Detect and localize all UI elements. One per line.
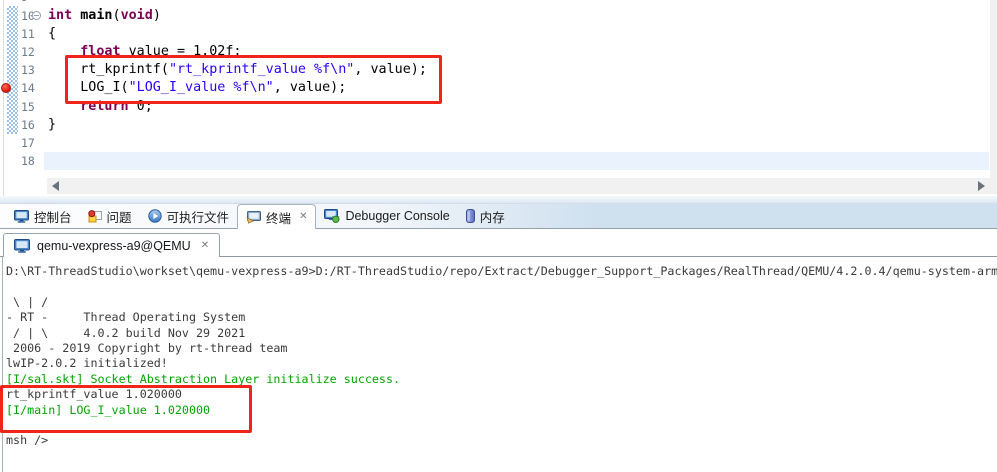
close-icon[interactable]: ✕: [299, 212, 307, 222]
editor-lines: 910int main(void)11{12 float value = 1.0…: [0, 0, 990, 196]
ide-window: 910int main(void)11{12 float value = 1.0…: [0, 0, 997, 472]
terminal-line: lwIP-2.0.2 initialized!: [6, 356, 168, 371]
tab-label: Debugger Console: [345, 209, 449, 223]
code-line[interactable]: 15 return 0;: [0, 98, 990, 116]
line-number: 12: [21, 43, 35, 61]
tab-label: 内存: [480, 207, 505, 226]
tab-terminal[interactable]: 终端 ✕: [237, 204, 316, 229]
scroll-right-arrow-icon[interactable]: [978, 181, 985, 191]
line-number: 11: [21, 25, 35, 43]
tab-label: 可执行文件: [167, 207, 230, 226]
tab-executables[interactable]: 可执行文件: [140, 204, 238, 228]
terminal-session-tab-bar: qemu-vexpress-a9@QEMU ✕: [0, 229, 997, 257]
terminal-icon: [246, 211, 261, 224]
terminal-line: D:\RT-ThreadStudio\workset\qemu-vexpress…: [6, 264, 997, 279]
line-number: 16: [21, 116, 35, 134]
fold-collapse-icon[interactable]: [32, 11, 41, 20]
tab-label: 问题: [107, 207, 132, 226]
terminal-line: [I/sal.skt] Socket Abstraction Layer ini…: [6, 372, 400, 387]
terminal-output[interactable]: D:\RT-ThreadStudio\workset\qemu-vexpress…: [0, 257, 997, 472]
editor-horizontal-scrollbar[interactable]: [47, 178, 997, 194]
terminal-line: rt_kprintf_value 1.020000: [6, 387, 182, 402]
tab-console[interactable]: 控制台: [6, 204, 80, 228]
tab-label: 控制台: [34, 207, 72, 226]
tab-label: qemu-vexpress-a9@QEMU: [37, 239, 191, 253]
code-editor[interactable]: 910int main(void)11{12 float value = 1.0…: [0, 0, 997, 196]
code-line[interactable]: 11{: [0, 25, 990, 43]
terminal-line: / | \ 4.0.2 build Nov 29 2021: [6, 326, 245, 341]
code-line[interactable]: 10int main(void): [0, 7, 990, 25]
line-number: 15: [21, 98, 35, 116]
monitor-icon: [14, 239, 30, 253]
terminal-line: - RT - Thread Operating System: [6, 310, 245, 325]
tab-memory[interactable]: 内存: [458, 204, 513, 228]
executables-icon: [148, 209, 162, 223]
line-number: 14: [21, 79, 35, 97]
close-icon[interactable]: ✕: [201, 241, 209, 251]
line-number: 17: [21, 134, 35, 152]
tab-qemu-session[interactable]: qemu-vexpress-a9@QEMU ✕: [3, 233, 220, 257]
terminal-line: \ | /: [6, 295, 48, 310]
console-monitor-icon: [14, 210, 29, 223]
tab-label: 终端: [266, 208, 291, 227]
debugger-console-icon: [324, 209, 340, 223]
terminal-line: [I/main] LOG_I_value 1.020000: [6, 403, 210, 418]
scroll-left-arrow-icon[interactable]: [52, 181, 59, 191]
code-line[interactable]: 14 LOG_I("LOG_I_value %f\n", value);: [0, 79, 990, 97]
terminal-line: msh />: [6, 433, 48, 448]
code-line[interactable]: 18: [0, 152, 990, 170]
terminal-line: 2006 - 2019 Copyright by rt-thread team: [6, 341, 287, 356]
code-line[interactable]: 16}: [0, 116, 990, 134]
code-line[interactable]: 17: [0, 134, 990, 152]
tab-debugger-console[interactable]: Debugger Console: [316, 204, 457, 228]
view-tab-bar: 控制台 问题 可执行文件 终端 ✕ Debugger Console: [0, 203, 997, 229]
problems-icon: [88, 210, 102, 223]
line-number: 18: [21, 152, 35, 170]
tab-problems[interactable]: 问题: [80, 204, 140, 228]
memory-icon: [466, 209, 475, 223]
code-line[interactable]: 13 rt_kprintf("rt_kprintf_value %f\n", v…: [0, 61, 990, 79]
editor-panel-sash[interactable]: [0, 196, 997, 203]
editor-vertical-scrollbar[interactable]: [990, 0, 997, 178]
line-number: 13: [21, 61, 35, 79]
code-line[interactable]: 12 float value = 1.02f;: [0, 43, 990, 61]
